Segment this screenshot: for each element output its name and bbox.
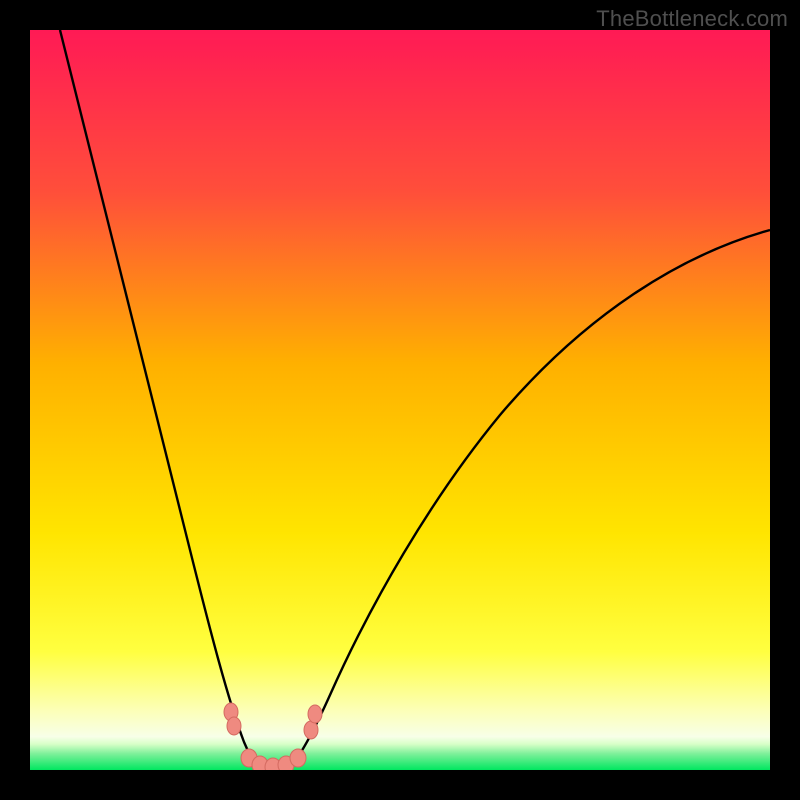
chart-frame: TheBottleneck.com [0,0,800,800]
marker-bottom-e [290,749,306,767]
bottleneck-chart [30,30,770,770]
gradient-background [30,30,770,770]
marker-right-upper-a [304,721,318,739]
watermark-text: TheBottleneck.com [596,6,788,32]
marker-right-upper-b [308,705,322,723]
marker-left-upper-b [227,717,241,735]
